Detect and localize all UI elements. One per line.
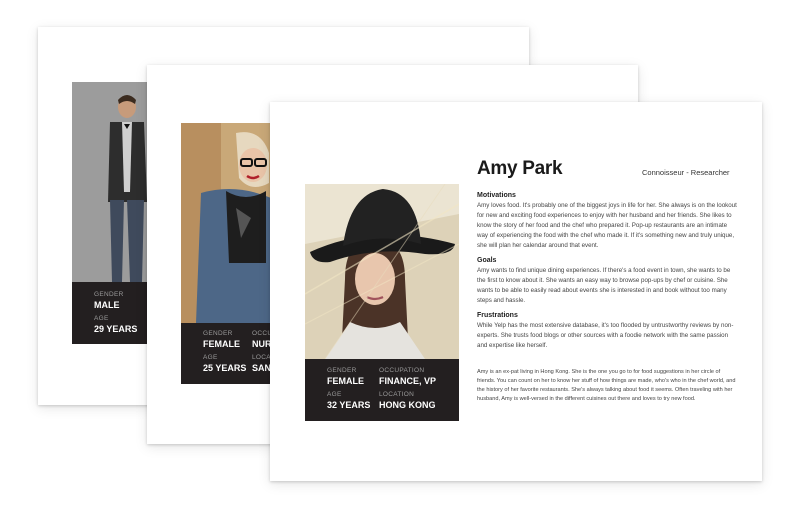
woman-hat-portrait-icon	[305, 184, 459, 359]
persona-photo-male	[72, 82, 147, 282]
age-label: AGE	[327, 391, 342, 398]
frustrations-text: While Yelp has the most extensive databa…	[477, 322, 734, 349]
location-label: LOCATION	[379, 391, 415, 398]
gender-value: MALE	[94, 300, 120, 310]
occupation-value: FINANCE, VP	[379, 376, 437, 386]
gender-label: GENDER	[203, 330, 233, 337]
age-value: 32 YEARS	[327, 400, 371, 410]
man-portrait-icon	[72, 82, 147, 282]
persona-info-box: GENDER MALE AGE 29 YEARS	[72, 282, 147, 344]
persona-card-amy-park: GENDER FEMALE OCCUPATION FINANCE, VP AGE…	[270, 102, 762, 481]
motivations-text: Amy loves food. It's probably one of the…	[477, 202, 737, 249]
woman-glasses-portrait-icon	[181, 123, 271, 323]
persona-photo-female-glasses	[181, 123, 271, 323]
age-label: AGE	[94, 315, 109, 322]
frustrations-heading: Frustrations	[477, 312, 518, 319]
persona-bio: Amy is an ex-pat living in Hong Kong. Sh…	[477, 369, 736, 402]
occupation-label: OCCUPATION	[379, 367, 425, 374]
gender-value: FEMALE	[327, 376, 364, 386]
age-label: AGE	[203, 354, 218, 361]
persona-info-box: GENDER FEMALE OCCUPATION FINANCE, VP AGE…	[305, 359, 459, 421]
location-value: SAN	[252, 363, 272, 373]
motivations-heading: Motivations	[477, 192, 516, 199]
location-value: HONG KONG	[379, 400, 436, 410]
goals-heading: Goals	[477, 257, 497, 264]
gender-label: GENDER	[327, 367, 357, 374]
gender-value: FEMALE	[203, 339, 240, 349]
location-label: LOCA	[252, 354, 271, 361]
persona-photo-amy	[305, 184, 459, 359]
persona-info-box: GENDER FEMALE OCCU NUR AGE 25 YEARS LOCA…	[181, 323, 272, 384]
goals-text: Amy wants to find unique dining experien…	[477, 267, 731, 304]
persona-name: Amy Park	[477, 158, 563, 179]
persona-role: Connoisseur - Researcher	[642, 168, 730, 177]
age-value: 29 YEARS	[94, 324, 138, 334]
age-value: 25 YEARS	[203, 363, 247, 373]
occupation-value: NUR	[252, 339, 272, 349]
gender-label: GENDER	[94, 291, 124, 298]
